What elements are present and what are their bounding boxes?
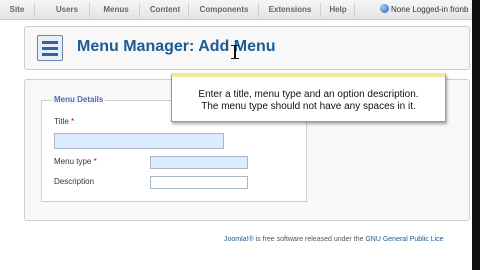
fieldset-legend: Menu Details (52, 95, 106, 104)
tooltip-line-2: The menu type should not have any spaces… (201, 101, 416, 112)
joomla-link[interactable]: Joomla!® (224, 236, 254, 243)
menu-content[interactable]: Content (142, 0, 188, 20)
required-mark: * (93, 157, 97, 166)
tooltip-line-1: Enter a title, menu type and an option d… (198, 89, 419, 100)
status-text: None Logged-in fronb (391, 5, 469, 14)
admin-menu-bar: Site Users Menus Content Components Exte… (0, 0, 480, 20)
menu-extensions[interactable]: Extensions (260, 0, 320, 20)
required-mark: * (71, 117, 75, 126)
help-tooltip: Enter a title, menu type and an option d… (171, 73, 446, 122)
menu-separator (89, 3, 90, 17)
description-label: Description (54, 177, 95, 186)
footer: Joomla!® is free software released under… (224, 236, 444, 243)
menu-site[interactable]: Site (0, 0, 34, 20)
menu-users[interactable]: Users (45, 0, 89, 20)
title-input[interactable] (54, 133, 224, 149)
menu-separator (34, 3, 35, 17)
menu-separator (354, 3, 355, 17)
menu-separator (320, 3, 321, 17)
menu-type-label: Menu type * (54, 157, 97, 166)
title-label: Title * (54, 117, 74, 126)
menu-separator (139, 3, 140, 17)
menu-manager-icon (37, 35, 63, 61)
text-cursor (231, 45, 239, 59)
menu-separator (188, 3, 189, 17)
page-header: Menu Manager: Add Menu (24, 26, 470, 70)
footer-text: is free software released under the (253, 236, 366, 243)
menu-help[interactable]: Help (322, 0, 354, 20)
menu-type-label-text: Menu type (54, 157, 92, 166)
title-label-text: Title (54, 117, 69, 126)
status-area: None Logged-in fronb (380, 0, 468, 20)
menu-components[interactable]: Components (190, 0, 258, 20)
description-input[interactable] (150, 176, 248, 189)
gpl-link[interactable]: GNU General Public Lice (365, 236, 443, 243)
page-title: Menu Manager: Add Menu (77, 38, 276, 55)
status-icon (380, 4, 389, 13)
menu-menus[interactable]: Menus (93, 0, 139, 20)
menu-type-input[interactable] (150, 156, 248, 169)
menu-separator (258, 3, 259, 17)
window-edge (472, 0, 480, 270)
